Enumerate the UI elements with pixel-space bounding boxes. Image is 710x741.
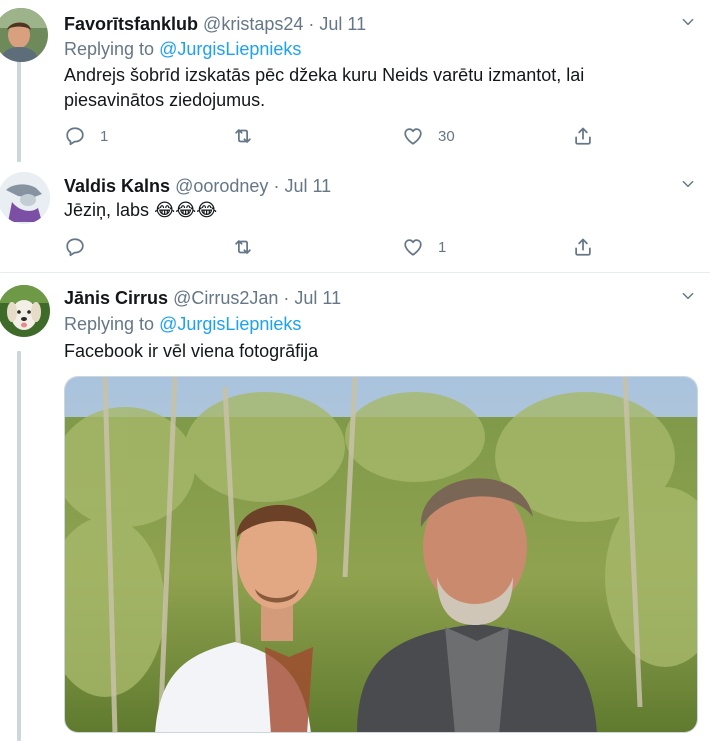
thread-connector-line (17, 60, 21, 162)
retweet-icon (232, 125, 254, 147)
author-handle[interactable]: @oorodney (175, 176, 268, 196)
share-button[interactable] (572, 124, 594, 148)
tweet-1[interactable]: Favorītsfanklub @kristaps24 · Jul 11 Rep… (0, 0, 710, 162)
author-handle[interactable]: @kristaps24 (203, 14, 303, 34)
tweet-text: Andrejs šobrīd izskatās pēc džeka kuru N… (64, 65, 585, 110)
tweet-text-container: Jēziņ, labs 😂😂😂 (64, 198, 664, 223)
avatar[interactable] (0, 285, 50, 337)
reply-icon (64, 236, 86, 258)
like-button[interactable]: 30 (402, 124, 455, 148)
retweet-icon (232, 236, 254, 258)
author-display-name[interactable]: Valdis Kalns (64, 176, 170, 196)
reply-button[interactable] (64, 235, 100, 259)
reply-icon (64, 125, 86, 147)
meta-separator: · (273, 176, 280, 196)
chevron-down-icon[interactable] (680, 176, 696, 192)
replying-mention-link[interactable]: @JurgisLiepnieks (159, 39, 301, 59)
heart-icon (402, 236, 424, 258)
tweet-2[interactable]: Valdis Kalns @oorodney · Jul 11 Jēziņ, l… (0, 162, 710, 272)
thread-connector-line (17, 351, 21, 741)
reply-count: 1 (100, 127, 109, 145)
replying-label: Replying to (64, 314, 155, 334)
meta-separator: · (283, 288, 290, 308)
tweet-actions: 1 (64, 235, 604, 259)
like-count: 1 (438, 238, 447, 256)
replying-to: Replying to @JurgisLiepnieks (64, 38, 301, 60)
share-icon (572, 236, 594, 258)
like-button[interactable]: 1 (402, 235, 446, 259)
replying-to: Replying to @JurgisLiepnieks (64, 313, 301, 335)
tweet-photo[interactable] (64, 376, 698, 733)
share-button[interactable] (572, 235, 594, 259)
author-display-name[interactable]: Jānis Cirrus (64, 288, 168, 308)
tweet-text: Jēziņ, labs (64, 200, 150, 220)
like-count: 30 (438, 127, 455, 145)
tweet-text: Facebook ir vēl viena fotogrāfija (64, 341, 319, 361)
reply-button[interactable]: 1 (64, 124, 108, 148)
replying-label: Replying to (64, 39, 155, 59)
tweet-date[interactable]: Jul 11 (319, 14, 366, 34)
replying-mention-link[interactable]: @JurgisLiepnieks (159, 314, 301, 334)
avatar[interactable] (0, 172, 50, 224)
avatar[interactable] (0, 8, 48, 62)
share-icon (572, 125, 594, 147)
laughing-emoji-icons: 😂😂😂 (154, 200, 218, 221)
retweet-button[interactable] (232, 124, 268, 148)
heart-icon (402, 125, 424, 147)
chevron-down-icon[interactable] (680, 14, 696, 30)
author-display-name[interactable]: Favorītsfanklub (64, 14, 198, 34)
author-handle[interactable]: @Cirrus2Jan (173, 288, 278, 308)
retweet-button[interactable] (232, 235, 268, 259)
meta-separator: · (308, 14, 315, 34)
tweet-date[interactable]: Jul 11 (294, 288, 341, 308)
tweet-date[interactable]: Jul 11 (284, 176, 331, 196)
chevron-down-icon[interactable] (680, 288, 696, 304)
tweet-actions: 1 30 (64, 124, 604, 148)
